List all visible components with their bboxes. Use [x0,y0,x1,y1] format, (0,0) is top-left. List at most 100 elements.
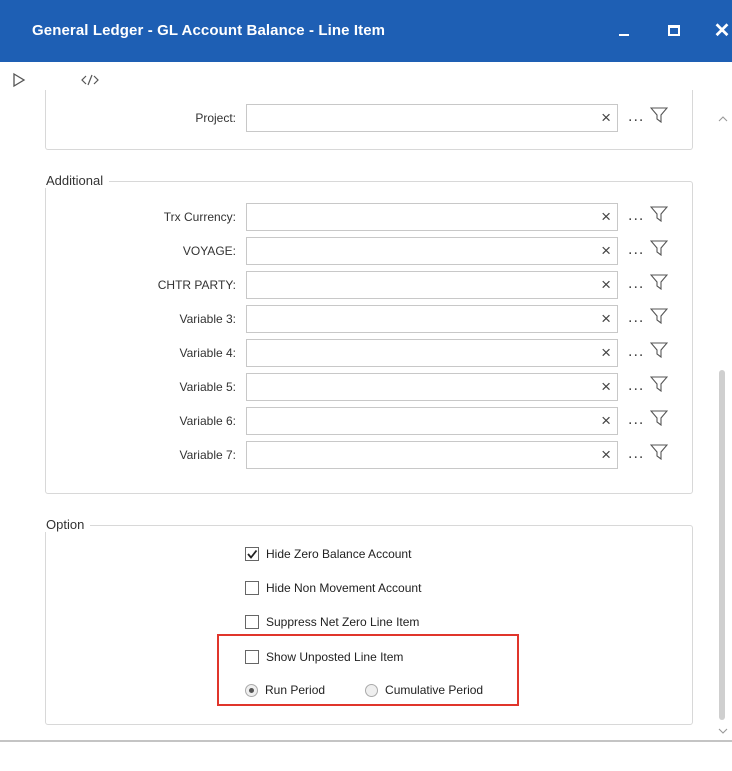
clear-icon[interactable]: × [601,445,611,465]
report-window: General Ledger - GL Account Balance - Li… [0,0,732,771]
field-label: Trx Currency: [163,210,236,224]
checkbox-box[interactable] [245,547,259,561]
checkbox-box[interactable] [245,615,259,629]
field-label: Variable 7: [179,448,236,462]
chtr-party-field: × [246,271,618,299]
radio-circle[interactable] [245,683,258,697]
checkbox-label: Hide Non Movement Account [266,581,422,595]
variable-5-input[interactable] [247,374,587,400]
project-group: Project: × ... [45,90,693,150]
project-field: × [246,104,618,132]
filter-icon[interactable] [649,443,669,461]
scroll-down-icon[interactable] [714,722,732,740]
hide-non-movement-checkbox[interactable]: Hide Non Movement Account [245,579,421,597]
cumulative-period-radio[interactable]: Cumulative Period [365,683,483,697]
voyage-field: × [246,237,618,265]
variable-7-input[interactable] [247,442,587,468]
hide-zero-balance-checkbox[interactable]: Hide Zero Balance Account [245,545,411,563]
radio-selected-dot [249,687,254,693]
option-legend: Option [40,517,91,532]
variable-5-row: Variable 5: × ... [46,373,692,401]
lookup-button[interactable]: ... [628,241,644,259]
title-bar: General Ledger - GL Account Balance - Li… [0,0,732,62]
variable-3-field: × [246,305,618,333]
field-label: Variable 4: [179,346,236,360]
variable-7-row: Variable 7: × ... [46,441,692,469]
minimize-button[interactable] [612,18,636,42]
filter-icon[interactable] [649,375,669,393]
chtr-party-input[interactable] [247,272,587,298]
field-label: Variable 3: [179,312,236,326]
clear-icon[interactable]: × [601,343,611,363]
filter-icon[interactable] [649,409,669,427]
lookup-button[interactable]: ... [628,275,644,293]
variable-6-input[interactable] [247,408,587,434]
clear-icon[interactable]: × [601,309,611,329]
variable-3-input[interactable] [247,306,587,332]
filter-icon[interactable] [649,341,669,359]
suppress-net-zero-checkbox[interactable]: Suppress Net Zero Line Item [245,613,419,631]
variable-7-field: × [246,441,618,469]
clear-icon[interactable]: × [601,207,611,227]
filter-icon[interactable] [649,273,669,291]
field-label: Variable 5: [179,380,236,394]
clear-icon[interactable]: × [601,241,611,261]
variable-4-input[interactable] [247,340,587,366]
clear-icon[interactable]: × [601,377,611,397]
trx-currency-row: Trx Currency: × ... [46,203,692,231]
run-period-radio[interactable]: Run Period [245,683,325,697]
run-icon[interactable] [12,72,32,92]
checkbox-label: Hide Zero Balance Account [266,547,412,561]
trx-currency-input[interactable] [247,204,587,230]
radio-label: Run Period [265,683,326,697]
maximize-button[interactable] [662,18,686,42]
checkbox-label: Suppress Net Zero Line Item [266,615,420,629]
filter-icon[interactable] [649,239,669,257]
option-group: Option Hide Zero Balance Account Hide No… [40,517,693,725]
lookup-button[interactable]: ... [628,309,644,327]
variable-5-field: × [246,373,618,401]
project-label: Project: [195,111,236,125]
window-title: General Ledger - GL Account Balance - Li… [32,22,386,39]
voyage-input[interactable] [247,238,587,264]
additional-legend: Additional [40,173,110,188]
trx-currency-field: × [246,203,618,231]
lookup-button[interactable]: ... [628,377,644,395]
variable-3-row: Variable 3: × ... [46,305,692,333]
variable-4-row: Variable 4: × ... [46,339,692,367]
field-label: CHTR PARTY: [157,278,236,292]
clear-icon[interactable]: × [601,411,611,431]
lookup-button[interactable]: ... [628,207,644,225]
checkbox-box[interactable] [245,650,259,664]
project-input[interactable] [247,105,587,131]
variable-6-field: × [246,407,618,435]
lookup-button[interactable]: ... [628,411,644,429]
checkmark-icon [247,549,258,559]
lookup-button[interactable]: ... [628,343,644,361]
code-icon[interactable] [80,72,100,92]
close-button[interactable]: ✕ [710,18,732,42]
lookup-button[interactable]: ... [628,108,644,126]
variable-6-row: Variable 6: × ... [46,407,692,435]
scroll-up-icon[interactable] [714,110,732,128]
chtr-party-row: CHTR PARTY: × ... [46,271,692,299]
bottom-divider [0,740,732,742]
variable-4-field: × [246,339,618,367]
show-unposted-checkbox[interactable]: Show Unposted Line Item [245,648,403,666]
radio-circle[interactable] [365,683,379,697]
field-label: Variable 6: [179,414,236,428]
clear-icon[interactable]: × [601,108,611,128]
filter-icon[interactable] [649,205,669,223]
scrollbar-thumb[interactable] [719,370,725,720]
filter-icon[interactable] [649,307,669,325]
lookup-button[interactable]: ... [628,445,644,463]
checkbox-box[interactable] [245,581,259,595]
checkbox-label: Show Unposted Line Item [266,650,404,664]
maximize-icon [668,24,680,36]
filter-icon[interactable] [649,106,669,124]
field-label: VOYAGE: [182,244,236,258]
additional-group: Additional Trx Currency: × ... VOYAGE: ×… [40,173,693,494]
clear-icon[interactable]: × [601,275,611,295]
voyage-row: VOYAGE: × ... [46,237,692,265]
minimize-icon [619,34,629,36]
